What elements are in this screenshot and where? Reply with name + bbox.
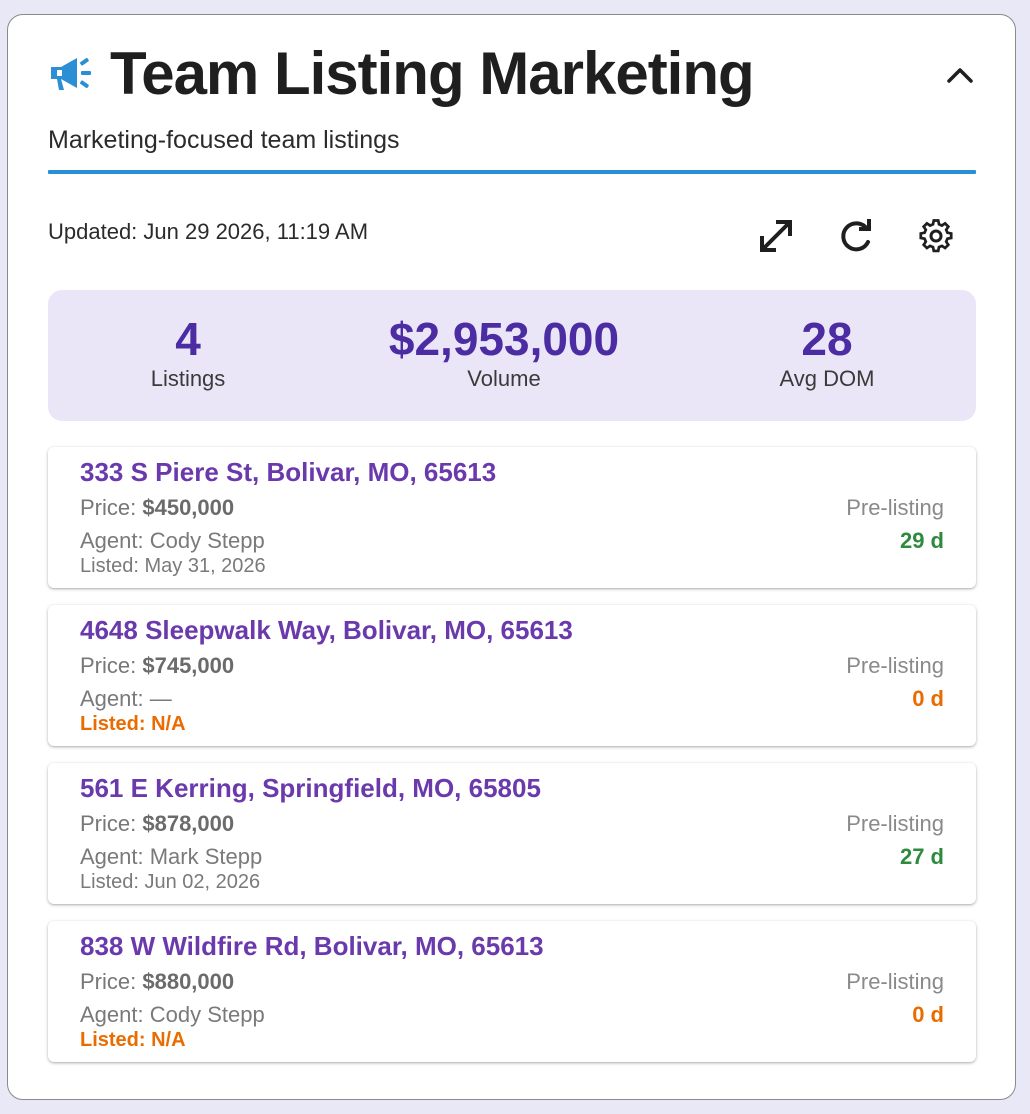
stat-avg-dom: 28 Avg DOM: [752, 312, 902, 392]
listing-list: 333 S Piere St, Bolivar, MO, 65613 Price…: [48, 447, 976, 1079]
listing-price: Price: $450,000: [80, 495, 235, 520]
chevron-up-icon: [947, 68, 973, 83]
settings-button[interactable]: [915, 215, 957, 257]
listing-item[interactable]: 561 E Kerring, Springfield, MO, 65805 Pr…: [48, 763, 976, 904]
listing-days-on-market: 0 d: [912, 1002, 944, 1027]
widget-toolbar: Updated: Jun 29 2026, 11:19 AM: [48, 215, 976, 255]
widget-title: Team Listing Marketing: [110, 40, 755, 107]
widget-subtitle: Marketing-focused team listings: [48, 126, 400, 154]
listing-agent: Agent: —: [80, 686, 172, 711]
stat-listings-value: 4: [175, 313, 201, 365]
listing-days-on-market: 0 d: [912, 686, 944, 711]
listing-date: Listed: N/A: [80, 713, 186, 735]
stat-avg-dom-label: Avg DOM: [779, 366, 875, 391]
listing-status: Pre-listing: [846, 811, 944, 836]
listing-date: Listed: May 31, 2026: [80, 555, 266, 577]
refresh-icon: [841, 219, 871, 252]
listing-days-on-market: 27 d: [899, 844, 944, 869]
header-divider: [48, 170, 976, 174]
listing-address[interactable]: 838 W Wildfire Rd, Bolivar, MO, 65613: [80, 931, 544, 962]
listing-item[interactable]: 4648 Sleepwalk Way, Bolivar, MO, 65613 P…: [48, 605, 976, 746]
expand-button[interactable]: [755, 215, 797, 257]
listing-status: Pre-listing: [846, 495, 944, 520]
stat-avg-dom-value: 28: [801, 313, 853, 365]
listing-agent: Agent: Cody Stepp: [80, 528, 265, 553]
settings-gear-icon: [919, 219, 953, 253]
listing-date: Listed: N/A: [80, 1029, 186, 1051]
title-row: Team Listing Marketing: [48, 35, 976, 113]
listing-price: Price: $745,000: [80, 653, 235, 678]
stat-volume-value: $2,953,000: [388, 313, 620, 365]
stat-listings-label: Listings: [150, 366, 226, 391]
listing-item[interactable]: 838 W Wildfire Rd, Bolivar, MO, 65613 Pr…: [48, 921, 976, 1062]
refresh-button[interactable]: [835, 215, 877, 257]
megaphone-icon: [48, 48, 100, 100]
listing-agent: Agent: Mark Stepp: [80, 844, 263, 869]
listing-address[interactable]: 333 S Piere St, Bolivar, MO, 65613: [80, 457, 496, 488]
listing-address[interactable]: 561 E Kerring, Springfield, MO, 65805: [80, 773, 541, 804]
widget-header: Team Listing Marketing Marketing-focused…: [48, 35, 976, 174]
stat-volume-label: Volume: [467, 366, 541, 391]
listing-item[interactable]: 333 S Piere St, Bolivar, MO, 65613 Price…: [48, 447, 976, 588]
summary-panel: 4 Listings $2,953,000 Volume 28 Avg DOM: [48, 290, 976, 421]
listing-days-on-market: 29 d: [899, 528, 944, 553]
listing-price: Price: $880,000: [80, 969, 235, 994]
collapse-button[interactable]: [942, 57, 978, 93]
stat-listings: 4 Listings: [108, 312, 268, 392]
listing-date: Listed: Jun 02, 2026: [80, 871, 261, 893]
listing-agent: Agent: Cody Stepp: [80, 1002, 265, 1027]
updated-timestamp: Updated: Jun 29 2026, 11:19 AM: [48, 219, 369, 244]
stat-volume: $2,953,000 Volume: [354, 312, 654, 392]
marketing-widget-card: Team Listing Marketing Marketing-focused…: [7, 14, 1016, 1100]
listing-price: Price: $878,000: [80, 811, 235, 836]
listing-status: Pre-listing: [846, 969, 944, 994]
listing-address[interactable]: 4648 Sleepwalk Way, Bolivar, MO, 65613: [80, 615, 573, 646]
expand-icon: [760, 220, 792, 252]
listing-status: Pre-listing: [846, 653, 944, 678]
